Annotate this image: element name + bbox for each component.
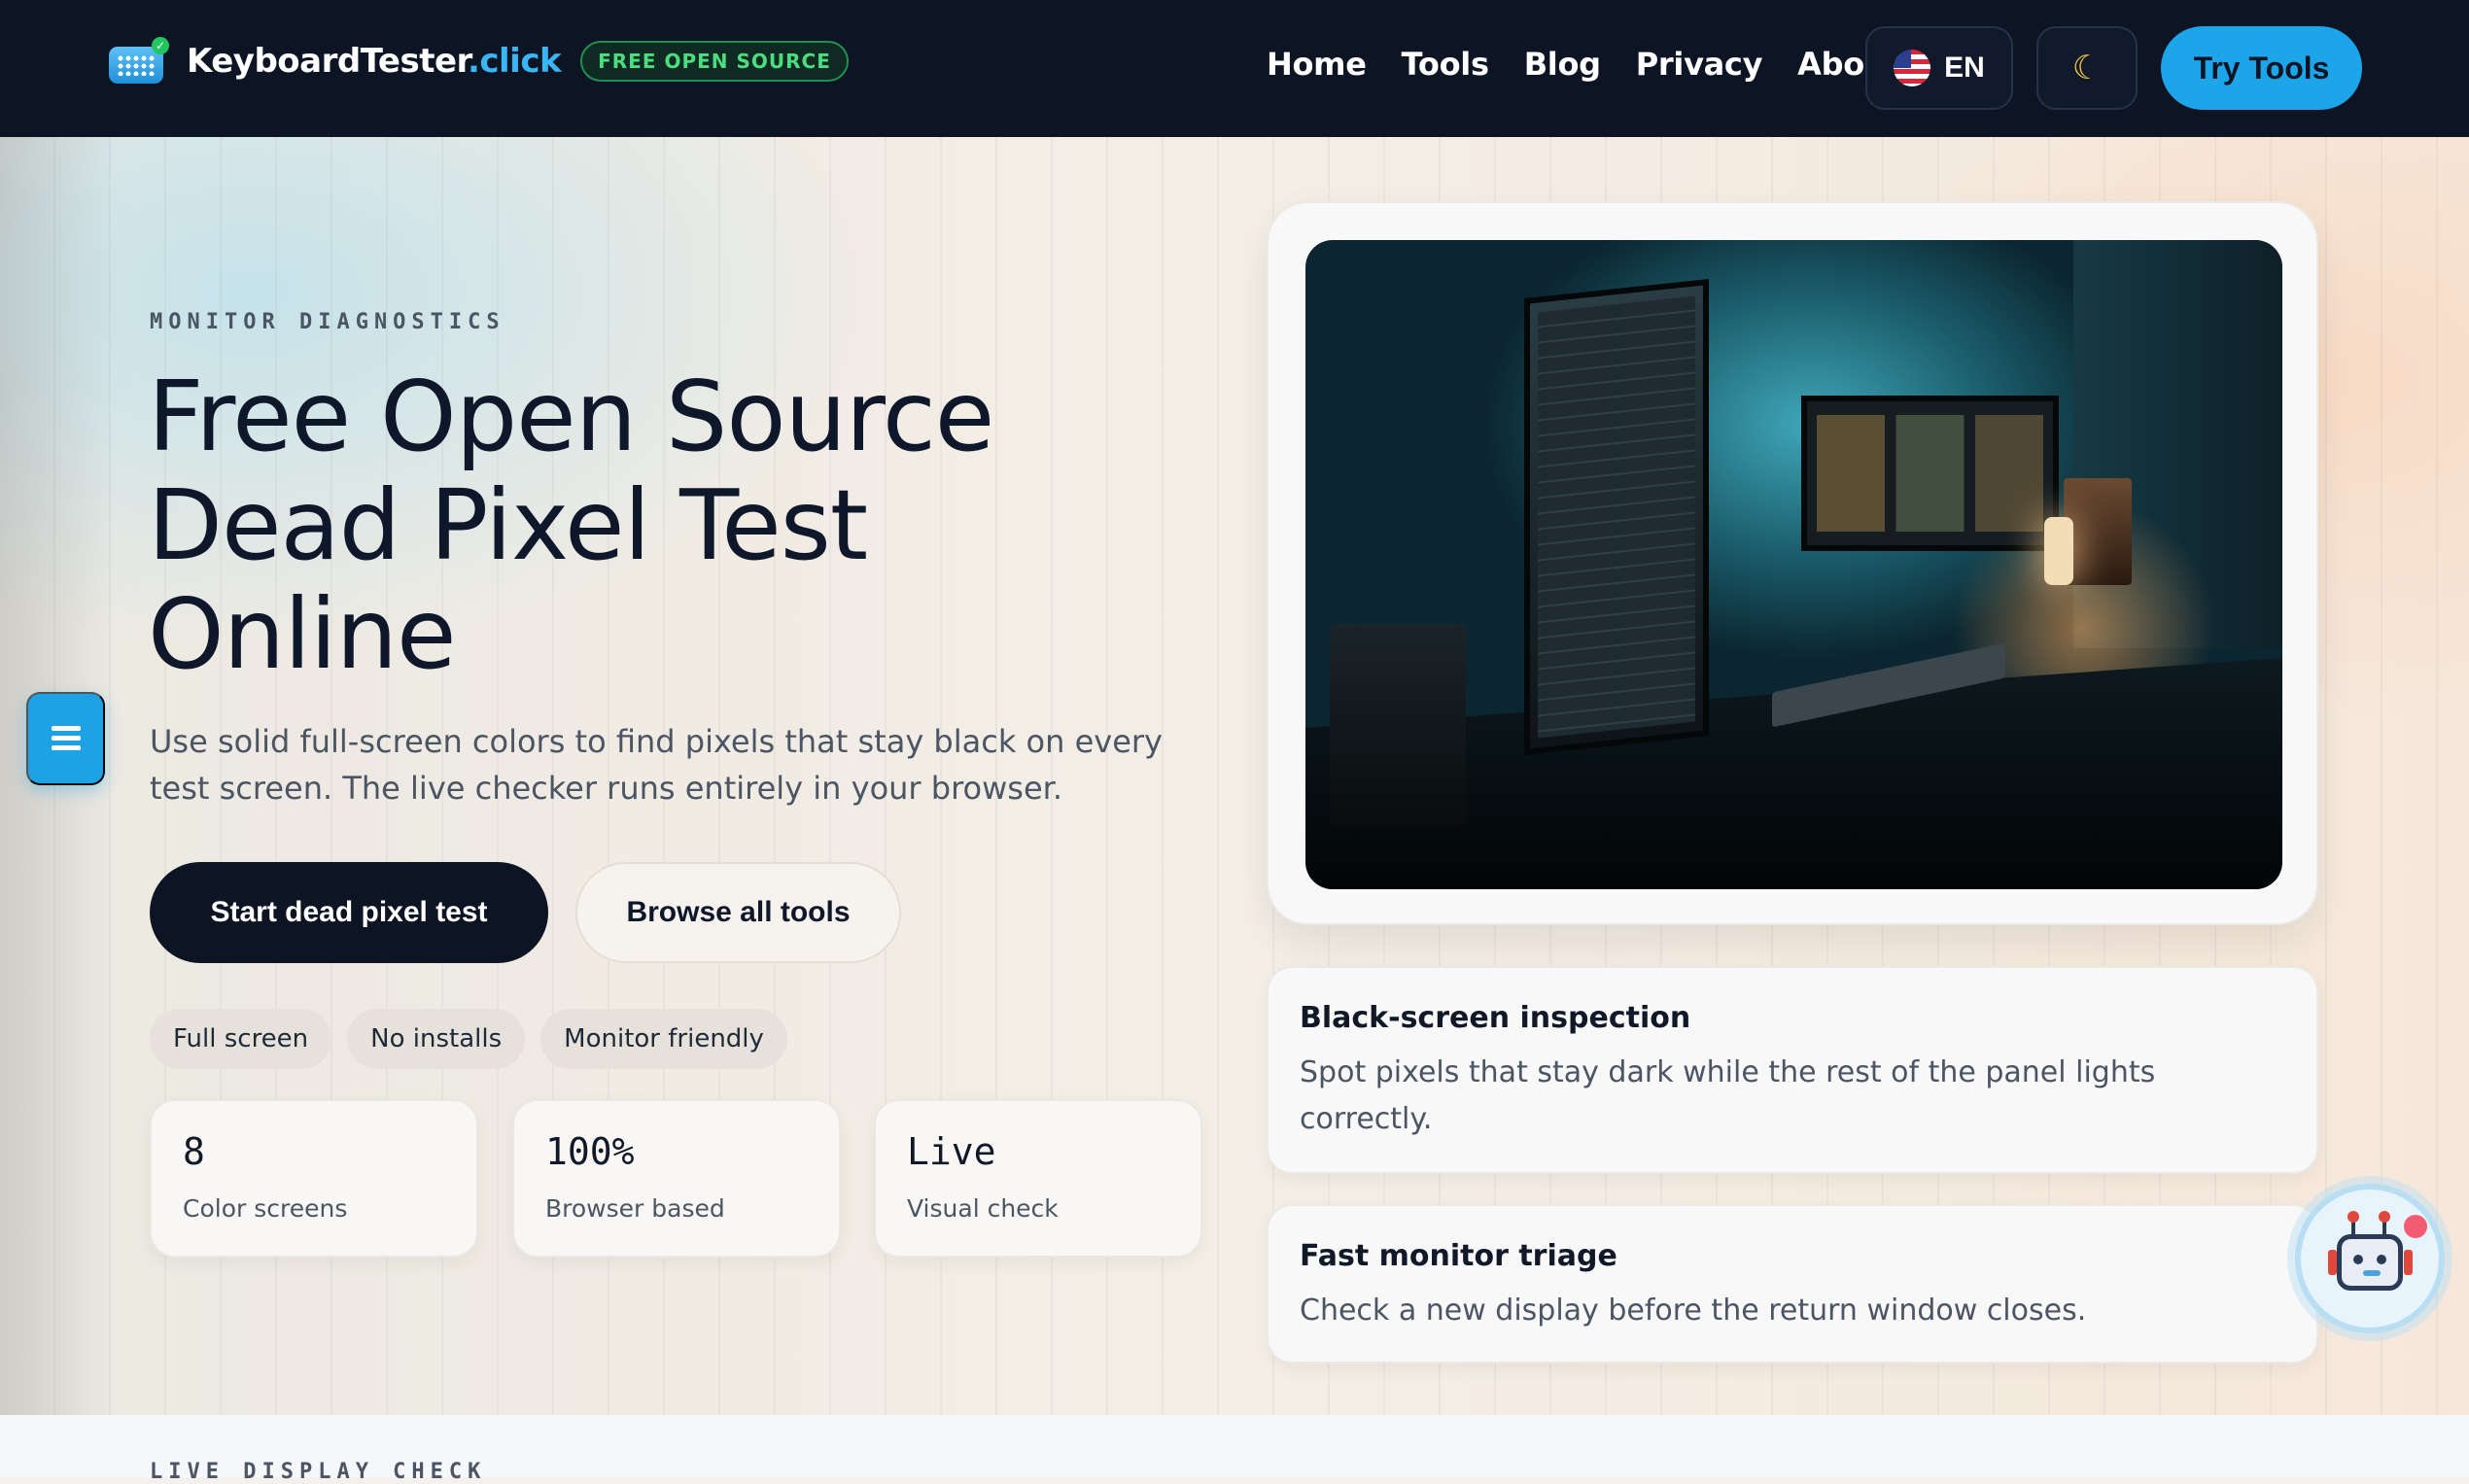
start-dead-pixel-test-button[interactable]: Start dead pixel test	[150, 862, 548, 963]
stat-label: Visual check	[907, 1194, 1059, 1223]
brand-logo-link[interactable]: ✓ KeyboardTester.click FREE OPEN SOURCE	[109, 37, 849, 84]
feature-card-black-screen: Black-screen inspection Spot pixels that…	[1267, 966, 2318, 1174]
nav-link-tools[interactable]: Tools	[1402, 46, 1489, 83]
feature-chip: No installs	[347, 1009, 526, 1069]
stat-value: 8	[183, 1130, 205, 1173]
card-text: Check a new display before the return wi…	[1300, 1294, 2087, 1328]
next-section: LIVE DISPLAY CHECK	[0, 1415, 2469, 1484]
browse-all-tools-button[interactable]: Browse all tools	[575, 862, 901, 963]
brand-name: KeyboardTester.click	[187, 42, 562, 81]
stat-card: Live Visual check	[874, 1099, 1202, 1258]
stat-card: 100% Browser based	[512, 1099, 841, 1258]
menu-icon	[51, 726, 81, 751]
moon-icon: ☾	[2071, 50, 2103, 86]
notification-dot	[2404, 1215, 2427, 1238]
monitor-setup-photo	[1305, 240, 2282, 889]
side-menu-button[interactable]	[26, 692, 105, 785]
assistant-chat-button[interactable]	[2295, 1184, 2445, 1333]
robot-icon	[2337, 1234, 2403, 1291]
top-navbar: ✓ KeyboardTester.click FREE OPEN SOURCE …	[0, 0, 2469, 137]
card-title: Fast monitor triage	[1300, 1239, 1617, 1273]
card-title: Black-screen inspection	[1300, 1001, 1691, 1035]
stat-value: Live	[907, 1130, 996, 1173]
theme-toggle-button[interactable]: ☾	[2036, 26, 2138, 110]
feature-chips: Full screen No installs Monitor friendly	[150, 1009, 787, 1069]
feature-chip: Full screen	[150, 1009, 332, 1069]
stat-label: Color screens	[183, 1194, 348, 1223]
title-line: Dead Pixel Test	[148, 468, 868, 582]
feature-chip: Monitor friendly	[540, 1009, 787, 1069]
stat-card: 8 Color screens	[150, 1099, 478, 1258]
language-code: EN	[1944, 52, 1985, 84]
open-source-badge: FREE OPEN SOURCE	[580, 41, 849, 82]
hero-eyebrow: MONITOR DIAGNOSTICS	[150, 310, 505, 334]
hero-section: MONITOR DIAGNOSTICS Free Open Source Dea…	[0, 137, 2469, 1415]
main-nav: Home Tools Blog Privacy About	[1267, 46, 1935, 83]
stat-label: Browser based	[545, 1194, 725, 1223]
hero-image-frame	[1267, 201, 2318, 925]
keyboard-icon: ✓	[109, 37, 169, 84]
language-selector[interactable]: EN	[1865, 26, 2013, 110]
page-title: Free Open Source Dead Pixel Test Online	[148, 362, 1217, 689]
stat-value: 100%	[545, 1130, 635, 1173]
card-text: Spot pixels that stay dark while the res…	[1300, 1055, 2156, 1136]
title-line: Free Open Source	[148, 360, 994, 473]
us-flag-icon	[1894, 50, 1931, 86]
nav-link-home[interactable]: Home	[1267, 46, 1367, 83]
hero-subtitle: Use solid full-screen colors to find pix…	[150, 723, 1163, 807]
section-eyebrow: LIVE DISPLAY CHECK	[150, 1460, 487, 1484]
nav-link-privacy[interactable]: Privacy	[1636, 46, 1763, 83]
nav-link-blog[interactable]: Blog	[1524, 46, 1601, 83]
title-line: Online	[148, 577, 457, 691]
try-tools-button[interactable]: Try Tools	[2161, 26, 2362, 110]
feature-card-triage: Fast monitor triage Check a new display …	[1267, 1204, 2318, 1363]
